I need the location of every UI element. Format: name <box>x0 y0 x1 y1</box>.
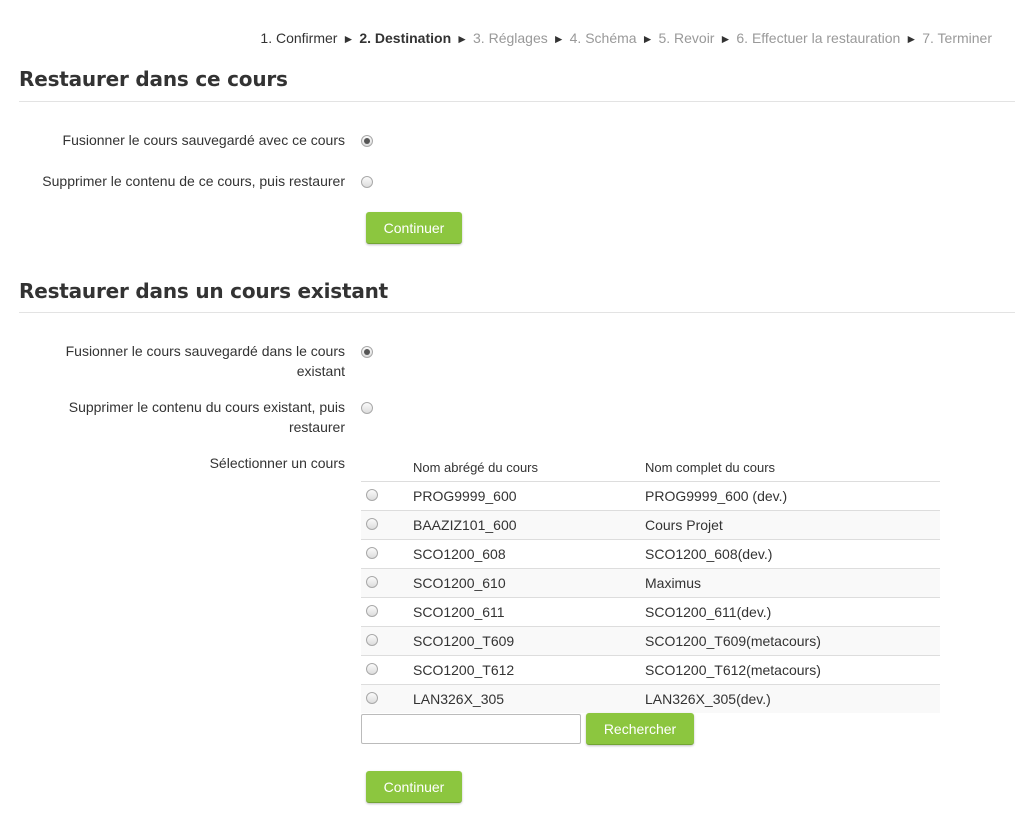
column-header-short-name: Nom abrégé du cours <box>413 460 539 475</box>
restore-progress-steps: 1. Confirmer ► 2. Destination ► 3. Réglages ►… <box>260 30 992 46</box>
course-radio[interactable] <box>366 634 378 646</box>
course-radio[interactable] <box>366 547 378 559</box>
course-radio[interactable] <box>366 489 378 501</box>
course-short-name: SCO1200_T612 <box>413 662 515 678</box>
table-row[interactable]: SCO1200_611 SCO1200_611(dev.) <box>361 597 940 626</box>
course-short-name: SCO1200_608 <box>413 546 506 562</box>
radio-delete-existing[interactable] <box>361 402 373 414</box>
course-full-name: SCO1200_T612(metacours) <box>645 662 821 678</box>
course-short-name: LAN326X_305 <box>413 691 505 707</box>
course-short-name: PROG9999_600 <box>413 488 517 504</box>
table-row[interactable]: BAAZIZ101_600 Cours Projet <box>361 510 940 539</box>
table-row[interactable]: PROG9999_600 PROG9999_600 (dev.) <box>361 481 940 510</box>
step-destination: 2. Destination <box>359 30 452 46</box>
course-full-name: SCO1200_T609(metacours) <box>645 633 821 649</box>
course-radio[interactable] <box>366 576 378 588</box>
search-button[interactable]: Rechercher <box>586 713 694 745</box>
step-finish: 7. Terminer <box>922 30 992 46</box>
radio-delete-this-course[interactable] <box>361 176 373 188</box>
course-short-name: BAAZIZ101_600 <box>413 517 517 533</box>
step-arrow-icon: ► <box>552 32 565 46</box>
table-row[interactable]: SCO1200_610 Maximus <box>361 568 940 597</box>
radio-merge-existing[interactable] <box>361 346 373 358</box>
course-short-name: SCO1200_611 <box>413 604 505 620</box>
column-header-full-name: Nom complet du cours <box>645 460 776 475</box>
option-label-merge-this-course: Fusionner le cours sauvegardé avec ce co… <box>62 132 345 148</box>
course-short-name: SCO1200_T609 <box>413 633 515 649</box>
option-label-merge-existing: Fusionner le cours sauvegardé dans le co… <box>65 343 345 379</box>
course-full-name: PROG9999_600 (dev.) <box>645 488 788 504</box>
course-full-name: Maximus <box>645 575 702 591</box>
section-title-existing-course: Restaurer dans un cours existant <box>19 279 389 303</box>
step-settings: 3. Réglages <box>473 30 548 46</box>
course-radio[interactable] <box>366 605 378 617</box>
option-label-delete-this-course: Supprimer le contenu de ce cours, puis r… <box>42 173 345 189</box>
course-radio[interactable] <box>366 518 378 530</box>
course-radio[interactable] <box>366 692 378 704</box>
radio-merge-this-course[interactable] <box>361 135 373 147</box>
course-radio[interactable] <box>366 663 378 675</box>
course-full-name: SCO1200_608(dev.) <box>645 546 773 562</box>
step-arrow-icon: ► <box>342 32 355 46</box>
table-row[interactable]: SCO1200_T612 SCO1200_T612(metacours) <box>361 655 940 684</box>
course-table: Nom abrégé du cours Nom complet du cours… <box>361 453 940 713</box>
continue-button-this-course[interactable]: Continuer <box>366 212 462 244</box>
step-schema: 4. Schéma <box>569 30 637 46</box>
section-divider <box>19 101 1015 102</box>
table-body: PROG9999_600 PROG9999_600 (dev.) BAAZIZ1… <box>361 481 940 713</box>
table-header: Nom abrégé du cours Nom complet du cours <box>361 453 940 481</box>
step-arrow-icon: ► <box>641 32 654 46</box>
step-perform-restore: 6. Effectuer la restauration <box>736 30 901 46</box>
section-divider <box>19 312 1015 313</box>
course-short-name: SCO1200_610 <box>413 575 506 591</box>
course-full-name: SCO1200_611(dev.) <box>645 604 772 620</box>
continue-button-existing-course[interactable]: Continuer <box>366 771 462 803</box>
section-title-this-course: Restaurer dans ce cours <box>19 67 288 91</box>
table-row[interactable]: SCO1200_608 SCO1200_608(dev.) <box>361 539 940 568</box>
course-full-name: LAN326X_305(dev.) <box>645 691 771 707</box>
table-row[interactable]: SCO1200_T609 SCO1200_T609(metacours) <box>361 626 940 655</box>
step-arrow-icon: ► <box>905 32 918 46</box>
step-arrow-icon: ► <box>719 32 732 46</box>
table-row[interactable]: LAN326X_305 LAN326X_305(dev.) <box>361 684 940 713</box>
select-course-label: Sélectionner un cours <box>209 455 345 471</box>
course-search-input[interactable] <box>361 714 581 744</box>
step-arrow-icon: ► <box>456 32 469 46</box>
step-review: 5. Revoir <box>658 30 715 46</box>
course-full-name: Cours Projet <box>645 517 723 533</box>
step-confirm: 1. Confirmer <box>260 30 338 46</box>
option-label-delete-existing: Supprimer le contenu du cours existant, … <box>68 399 345 435</box>
